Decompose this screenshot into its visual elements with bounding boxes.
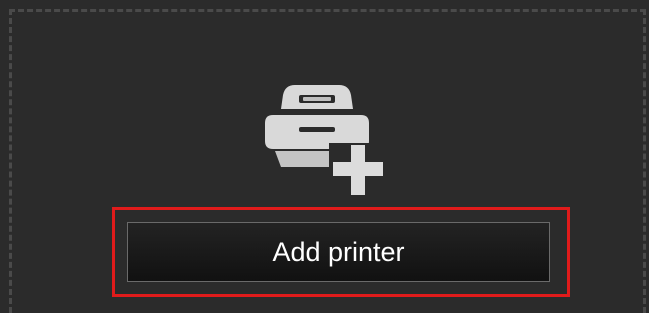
add-printer-panel: Add printer — [0, 0, 649, 313]
printer-add-icon — [265, 85, 389, 195]
add-printer-button[interactable]: Add printer — [127, 222, 550, 282]
add-printer-label: Add printer — [272, 236, 405, 267]
